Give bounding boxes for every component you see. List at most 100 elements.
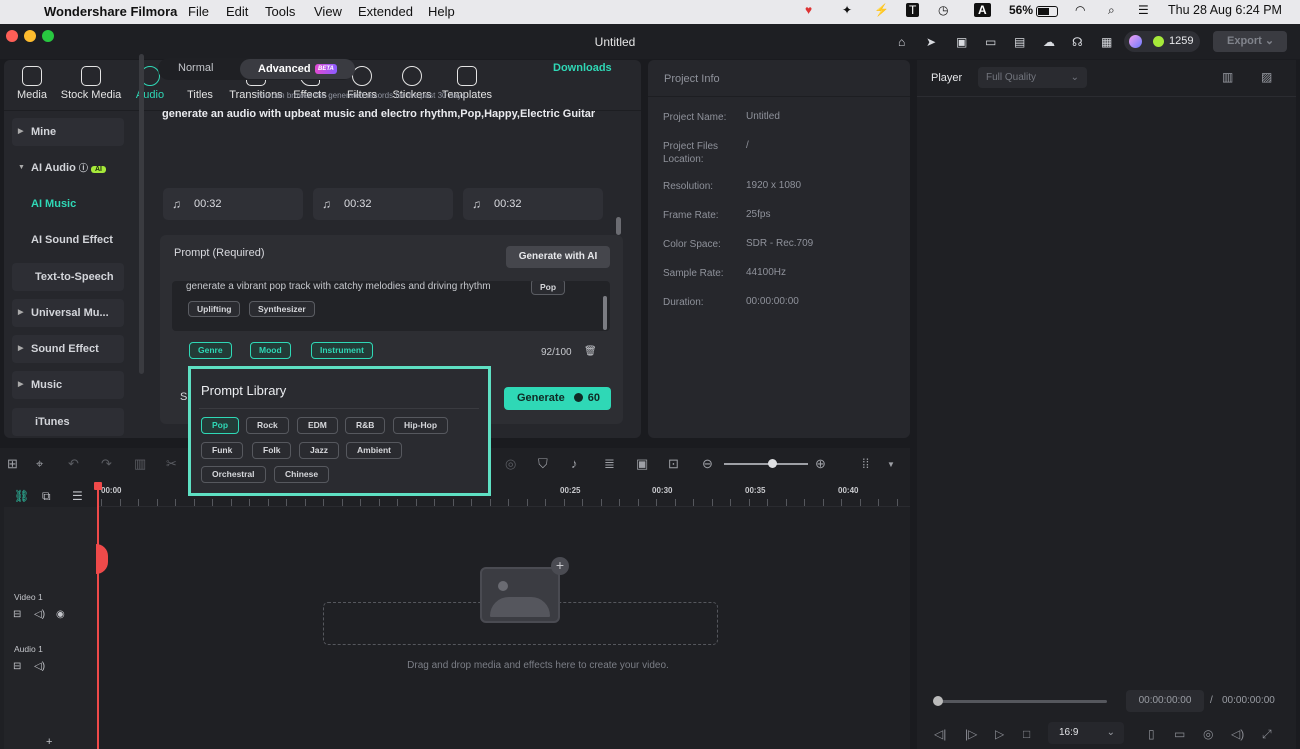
sidebar-item-itunes[interactable]: iTunes	[12, 408, 124, 436]
audio-stretch-icon[interactable]: ▣	[636, 456, 648, 472]
aspect-ratio-select[interactable]: 16:9 ⌄	[1048, 722, 1124, 744]
mute-speaker-icon[interactable]: ◁)	[34, 609, 45, 620]
input-source-icon[interactable]: A	[974, 3, 991, 17]
playback-slider[interactable]	[937, 700, 1107, 703]
prompt-tag[interactable]: Pop	[531, 281, 566, 295]
add-track-icon[interactable]: ☰	[72, 489, 83, 503]
menu-help[interactable]: Help	[428, 4, 455, 19]
prompt-tag[interactable]: Synthesizer	[249, 301, 315, 317]
library-chip-rock[interactable]: Rock	[246, 417, 289, 434]
sidebar-item-music[interactable]: ▶ Music	[12, 371, 124, 399]
zoom-in-icon[interactable]: ⊕	[815, 456, 826, 472]
timeline-settings-icon[interactable]: ⁞⁞	[862, 456, 869, 471]
menu-extended[interactable]: Extended	[358, 4, 413, 19]
lock-icon[interactable]: ⊟	[13, 609, 21, 620]
sidebar-item-ai-sound-effect[interactable]: AI Sound Effect	[31, 234, 113, 246]
sidebar-item-text-to-speech[interactable]: Text-to-Speech	[12, 263, 124, 291]
chevron-down-icon[interactable]: ▼	[887, 460, 895, 469]
menu-tools[interactable]: Tools	[265, 4, 295, 19]
status-tool-icon[interactable]: ⚡	[874, 3, 889, 17]
library-chip-chinese[interactable]: Chinese	[274, 466, 330, 483]
zoom-slider[interactable]	[724, 463, 808, 465]
play-icon[interactable]: ▷	[995, 727, 1004, 741]
tab-stock-media[interactable]: Stock Media	[60, 66, 122, 101]
gift-icon[interactable]: ⌂	[898, 35, 905, 49]
select-tool-icon[interactable]: ⌖	[36, 456, 43, 472]
quality-select[interactable]: Full Quality ⌄	[978, 67, 1087, 88]
volume-icon[interactable]: ◁)	[1231, 727, 1244, 741]
battery-icon[interactable]	[1036, 6, 1058, 17]
compare-view-icon[interactable]: ▥	[1222, 70, 1233, 84]
sidebar-item-sound-effect[interactable]: ▶ Sound Effect	[12, 335, 124, 363]
sidebar-item-mine[interactable]: ▶ Mine	[12, 118, 124, 146]
delete-icon[interactable]: ▥	[134, 456, 146, 472]
menu-file[interactable]: File	[188, 4, 209, 19]
dropbox-icon[interactable]: ✦	[842, 3, 852, 17]
help-icon[interactable]: ⓘ	[79, 163, 88, 173]
sidebar-item-universal-music[interactable]: ▶ Universal Mu...	[12, 299, 124, 327]
clock-status-icon[interactable]: ◷	[938, 3, 948, 17]
send-icon[interactable]: ➤	[926, 35, 936, 49]
previous-frame-icon[interactable]: ◁|	[934, 727, 946, 741]
next-frame-icon[interactable]: |▷	[965, 727, 977, 741]
library-chip-edm[interactable]: EDM	[297, 417, 338, 434]
genre-tag-button[interactable]: Genre	[189, 342, 232, 359]
camera-snapshot-icon[interactable]: ◎	[1203, 727, 1213, 741]
instrument-tag-button[interactable]: Instrument	[311, 342, 373, 359]
generated-track-card[interactable]: ♫ 00:32	[313, 188, 453, 220]
mode-normal-tab[interactable]: Normal	[178, 62, 213, 74]
render-preview-icon[interactable]: ⊡	[668, 456, 679, 472]
playback-slider-knob[interactable]	[933, 696, 943, 706]
track-manager-icon[interactable]: ⧉	[42, 489, 51, 504]
cloud-upload-icon[interactable]: ☁	[1043, 35, 1055, 49]
app-menu[interactable]: Wondershare Filmora	[44, 4, 177, 19]
avatar[interactable]	[1129, 35, 1142, 48]
trash-icon[interactable]: 🗑	[584, 346, 597, 357]
playhead-line[interactable]	[97, 483, 99, 749]
library-chip-jazz[interactable]: Jazz	[299, 442, 339, 459]
menu-edit[interactable]: Edit	[226, 4, 248, 19]
sidebar-item-ai-music[interactable]: AI Music	[31, 198, 76, 210]
prompt-tag[interactable]: Uplifting	[188, 301, 241, 317]
undo-icon[interactable]: ↶	[68, 456, 79, 472]
snapshot-view-icon[interactable]: ▨	[1261, 70, 1272, 84]
sidebar-scrollbar[interactable]	[139, 54, 144, 374]
generated-track-card[interactable]: ♫ 00:32	[163, 188, 303, 220]
support-headset-icon[interactable]: ☊	[1072, 35, 1083, 49]
control-center-icon[interactable]: ☰	[1138, 3, 1149, 17]
generate-button[interactable]: Generate 60	[504, 387, 611, 410]
speed-icon[interactable]: ◎	[505, 456, 516, 472]
save-icon[interactable]: ▤	[1014, 35, 1025, 49]
prompt-textarea[interactable]: generate a vibrant pop track with catchy…	[172, 281, 610, 331]
sidebar-item-ai-audio[interactable]: ▼ AI Audio ⓘ AI	[12, 154, 124, 182]
generated-track-card[interactable]: ♫ 00:32	[463, 188, 603, 220]
grid-apps-icon[interactable]: ▦	[1101, 35, 1112, 49]
library-chip-orchestral[interactable]: Orchestral	[201, 466, 266, 483]
mode-advanced-tab[interactable]: Advanced BETA	[240, 59, 355, 79]
display-icon[interactable]: ▭	[1174, 727, 1185, 741]
subtitles-icon[interactable]: ≣	[604, 456, 615, 472]
spotlight-search-icon[interactable]: ⌕	[1108, 3, 1115, 18]
templates-toolbar-icon[interactable]: ▣	[956, 35, 967, 49]
shield-marker-icon[interactable]: ⛉	[538, 456, 548, 472]
library-chip-rnb[interactable]: R&B	[345, 417, 386, 434]
library-chip-ambient[interactable]: Ambient	[346, 442, 402, 459]
downloads-link[interactable]: Downloads	[553, 62, 612, 74]
export-button[interactable]: Export ⌄	[1213, 31, 1287, 52]
layout-icon[interactable]: ▭	[985, 35, 996, 49]
link-icon[interactable]: ⛓	[14, 489, 29, 503]
add-track-plus-icon[interactable]: +	[46, 736, 52, 748]
zoom-slider-knob[interactable]	[768, 459, 777, 468]
add-media-plus-icon[interactable]: +	[551, 557, 569, 575]
mark-in-icon[interactable]: ▯	[1148, 727, 1155, 741]
stop-icon[interactable]: □	[1023, 727, 1030, 741]
library-chip-hip-hop[interactable]: Hip-Hop	[393, 417, 449, 434]
layout-grid-icon[interactable]: ⊞	[7, 456, 18, 472]
menu-view[interactable]: View	[314, 4, 342, 19]
menubar-clock[interactable]: Thu 28 Aug 6:24 PM	[1168, 3, 1282, 17]
split-scissors-icon[interactable]: ✂	[166, 456, 177, 472]
text-status-icon[interactable]: T	[906, 3, 920, 17]
fullscreen-icon[interactable]: ⤢	[1262, 727, 1272, 742]
microphone-icon[interactable]: ♪	[571, 456, 578, 471]
playhead-handle[interactable]	[94, 482, 102, 490]
